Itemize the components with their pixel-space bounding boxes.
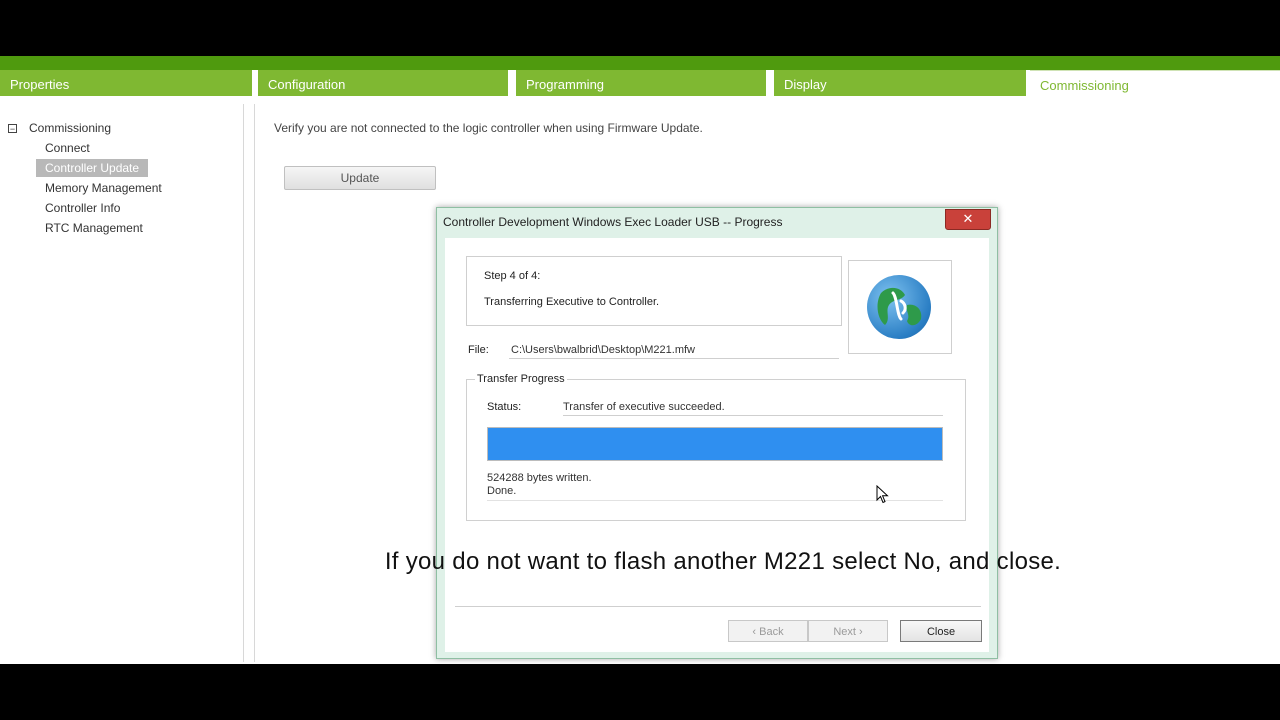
tree-root-label: Commissioning [29, 121, 112, 135]
file-path-value: C:\Users\bwalbrid\Desktop\M221.mfw [509, 342, 839, 359]
back-button[interactable]: ‹ Back [728, 620, 808, 642]
transfer-log: 524288 bytes written. Done. [487, 472, 943, 501]
step-counter: Step 4 of 4: [484, 270, 541, 282]
globe-icon-frame [848, 260, 952, 354]
status-value: Transfer of executive succeeded. [563, 399, 943, 416]
globe-icon [867, 275, 931, 339]
update-button[interactable]: Update [284, 166, 436, 190]
log-line-done: Done. [487, 485, 517, 497]
dialog-title: Controller Development Windows Exec Load… [443, 215, 783, 229]
progress-bar [487, 427, 943, 461]
sidebar-item-controller-info[interactable]: Controller Info [36, 199, 129, 217]
video-caption: If you do not want to flash another M221… [384, 548, 1062, 575]
tab-configuration[interactable]: Configuration [258, 70, 508, 96]
progress-bar-fill [488, 428, 942, 460]
transfer-progress-title: Transfer Progress [475, 373, 567, 385]
step-info-box: Step 4 of 4: Transferring Executive to C… [466, 256, 842, 326]
tab-commissioning[interactable]: Commissioning [1030, 70, 1280, 96]
mouse-pointer-icon [876, 484, 890, 510]
top-accent-bar [0, 56, 1280, 70]
next-button[interactable]: Next › [808, 620, 888, 642]
tab-bar: Properties Configuration Programming Dis… [0, 70, 1280, 96]
tab-display[interactable]: Display [774, 70, 1026, 96]
tab-properties[interactable]: Properties [0, 70, 252, 96]
sidebar-item-memory-management[interactable]: Memory Management [36, 179, 171, 197]
dialog-body: Step 4 of 4: Transferring Executive to C… [445, 238, 989, 652]
close-button[interactable]: Close [900, 620, 982, 642]
status-label: Status: [487, 401, 522, 413]
file-label: File: [468, 344, 489, 356]
sidebar-item-rtc-management[interactable]: RTC Management [36, 219, 152, 237]
collapse-toggle-icon[interactable]: − [8, 124, 17, 134]
sidebar-item-connect[interactable]: Connect [36, 139, 99, 157]
dialog-close-icon[interactable]: ✕ [945, 209, 991, 230]
sidebar-item-controller-update[interactable]: Controller Update [36, 159, 149, 177]
verify-instruction-text: Verify you are not connected to the logi… [274, 121, 703, 135]
tree-root-commissioning[interactable]: − Commissioning [8, 121, 111, 135]
transfer-progress-group: Transfer Progress Status: Transfer of ex… [466, 373, 966, 521]
sidebar: − Commissioning Connect Controller Update… [0, 104, 244, 662]
progress-dialog: Controller Development Windows Exec Load… [436, 207, 998, 659]
tab-programming[interactable]: Programming [516, 70, 766, 96]
log-line-bytes: 524288 bytes written. [487, 472, 592, 484]
button-separator [455, 606, 981, 607]
step-description: Transferring Executive to Controller. [484, 296, 660, 308]
